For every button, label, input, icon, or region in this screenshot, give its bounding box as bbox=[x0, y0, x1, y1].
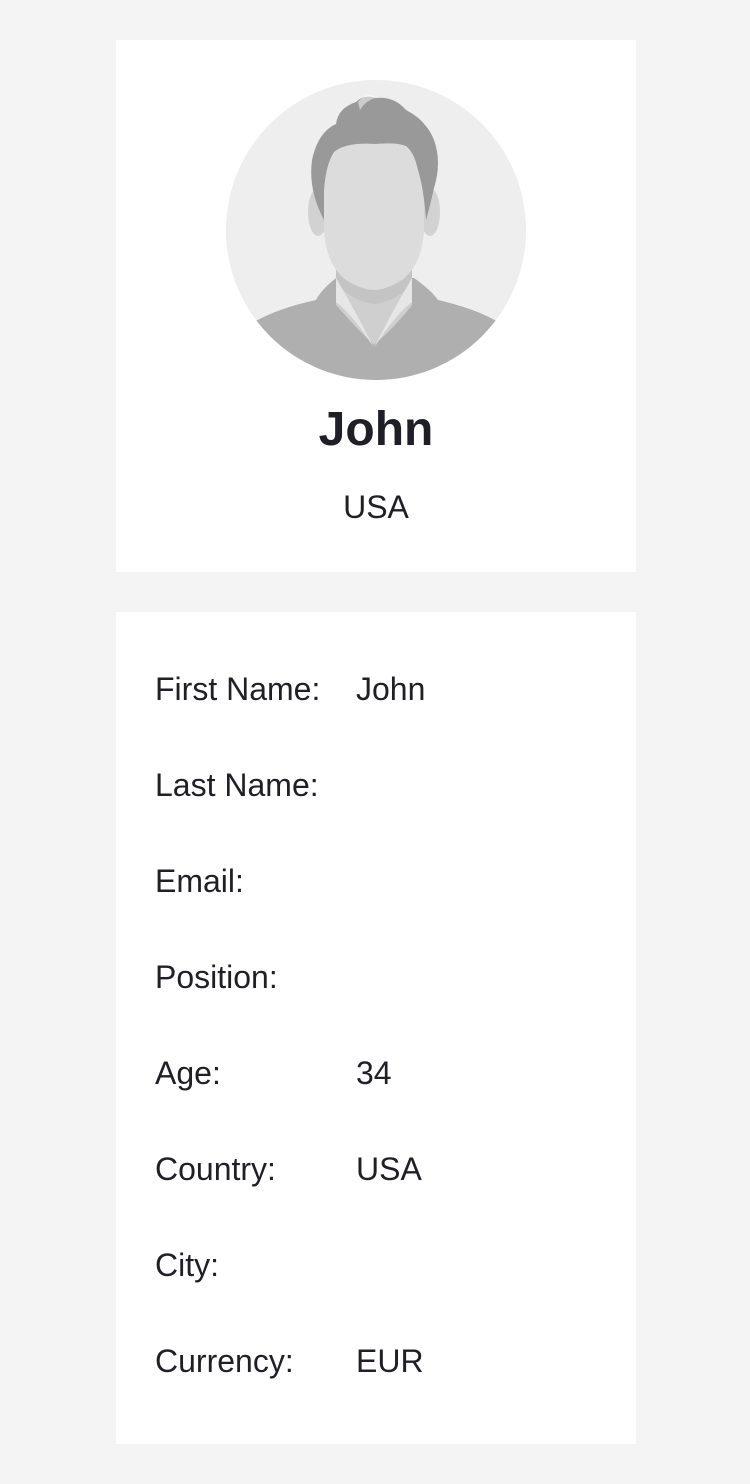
avatar bbox=[226, 80, 526, 380]
detail-value: USA bbox=[356, 1151, 422, 1187]
detail-row-currency: Currency: EUR bbox=[155, 1341, 597, 1381]
detail-label: Email: bbox=[155, 863, 244, 899]
detail-row-last-name: Last Name: bbox=[155, 765, 597, 805]
detail-label: Age: bbox=[155, 1055, 221, 1091]
detail-row-first-name: First Name: John bbox=[155, 669, 597, 709]
detail-value: 34 bbox=[356, 1055, 392, 1091]
details-card: First Name: John Last Name: Email: Posit… bbox=[116, 612, 636, 1444]
detail-row-country: Country: USA bbox=[155, 1149, 597, 1189]
detail-row-position: Position: bbox=[155, 957, 597, 997]
detail-row-email: Email: bbox=[155, 861, 597, 901]
detail-label: Currency: bbox=[155, 1343, 294, 1379]
detail-value: John bbox=[356, 671, 426, 707]
detail-value: EUR bbox=[356, 1343, 424, 1379]
profile-country: USA bbox=[343, 489, 409, 525]
detail-row-age: Age: 34 bbox=[155, 1053, 597, 1093]
profile-card: John USA bbox=[116, 40, 636, 572]
profile-name: John bbox=[318, 403, 434, 456]
detail-label: First Name: bbox=[155, 671, 321, 707]
detail-label: Country: bbox=[155, 1151, 276, 1187]
user-avatar-placeholder-icon bbox=[226, 94, 526, 380]
detail-label: City: bbox=[155, 1247, 219, 1283]
detail-label: Position: bbox=[155, 959, 278, 995]
detail-row-city: City: bbox=[155, 1245, 597, 1285]
detail-label: Last Name: bbox=[155, 767, 319, 803]
